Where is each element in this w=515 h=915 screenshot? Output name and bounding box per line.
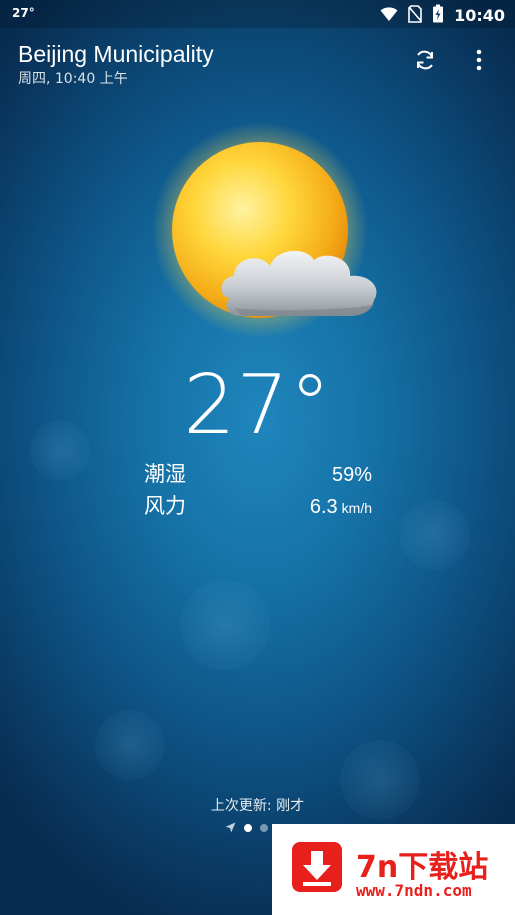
status-icons: 10:40	[380, 4, 505, 27]
wind-value-group: 6.3 km/h	[310, 496, 372, 519]
wind-unit: km/h	[341, 500, 372, 516]
status-time: 10:40	[454, 6, 505, 25]
page-dot[interactable]	[244, 823, 252, 832]
more-vert-icon	[476, 49, 482, 75]
location-arrow-icon	[225, 818, 236, 837]
bokeh-light	[180, 580, 270, 670]
bokeh-light	[95, 710, 165, 780]
refresh-button[interactable]	[409, 46, 441, 78]
last-updated: 上次更新: 刚才	[210, 798, 305, 814]
wifi-icon	[380, 6, 398, 26]
more-options-button[interactable]	[463, 46, 495, 78]
refresh-icon	[413, 48, 437, 76]
weather-screen: 27° 10:40 Beijing Municipality 周四, 10:40…	[0, 0, 515, 915]
battery-charging-icon	[432, 4, 444, 27]
download-arrow-icon	[292, 842, 342, 892]
status-temperature: 27°	[12, 6, 35, 20]
humidity-value: 59%	[331, 464, 372, 486]
date-time: 周四, 10:40 上午	[18, 71, 128, 87]
bokeh-light	[400, 500, 470, 570]
watermark-title: 7n下载站	[356, 850, 489, 885]
watermark: 7n下载站 www.7ndn.com	[272, 824, 515, 915]
city-name[interactable]: Beijing Municipality	[18, 41, 214, 68]
humidity-label: 潮湿	[144, 462, 186, 486]
current-temperature: 27°	[183, 358, 332, 453]
page-dot[interactable]	[260, 823, 268, 832]
no-sim-icon	[408, 4, 422, 27]
humidity-row: 潮湿 59%	[144, 458, 372, 488]
wind-label: 风力	[144, 494, 186, 518]
wind-value: 6.3	[309, 496, 338, 518]
status-bar: 27° 10:40	[0, 0, 515, 28]
wind-row: 风力 6.3 km/h	[144, 490, 372, 520]
watermark-url: www.7ndn.com	[356, 881, 472, 900]
partly-sunny-icon	[130, 120, 430, 350]
